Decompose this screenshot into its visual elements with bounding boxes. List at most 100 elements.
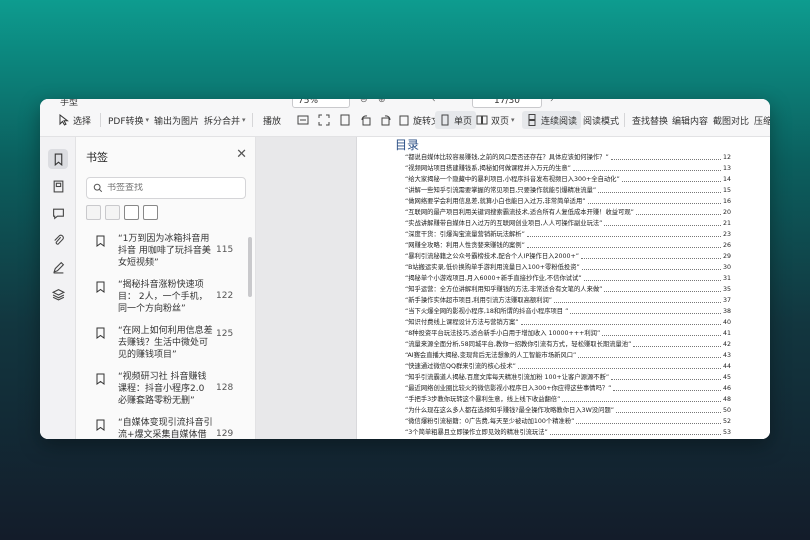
toc-row[interactable]: “3个简单粗暴且立即操作立即见效的精准引流玩法” 53 (405, 428, 731, 438)
toc-row[interactable]: “知识付费线上课程设计方法与营销方案” 40 (405, 318, 731, 328)
bookmark-view-button[interactable] (339, 111, 354, 129)
split-merge-button[interactable]: 拆分合并 ▾ (204, 111, 246, 129)
continuous-reading-button[interactable]: 连续阅读 (522, 111, 582, 129)
toc-row-title: “互联网的最产项目利用关键词搜索霸流技术,适合所有人复低成本开赚！收益可观” (405, 209, 634, 216)
toc-row[interactable]: “微信爆粉引流秘籍：0广告费,每天至少被动加100个精准粉” 52 (405, 417, 731, 427)
toc-row[interactable]: “实战讲解赚带自媒体日入过万的互联网创业项目,人人可操作副业玩法” 21 (405, 219, 731, 229)
comment-icon (52, 208, 64, 220)
edit-content-button[interactable]: 编辑内容 (672, 111, 708, 129)
page-number-input[interactable]: 17/30 (472, 99, 542, 108)
add-sub-bookmark-icon[interactable] (105, 205, 120, 220)
toc-row-page: 46 (722, 385, 731, 392)
rotate-left-button[interactable] (360, 111, 375, 129)
thumbnail-tab[interactable] (48, 176, 68, 196)
single-page-button[interactable]: 单页 (435, 111, 477, 129)
hand-tool-label[interactable]: 手型 (60, 99, 78, 108)
toc-row[interactable]: “知乎运营：全方位讲解利用知乎赚钱的方法,非常适合有文笔的人来做” 35 (405, 285, 731, 295)
close-icon[interactable]: ✕ (236, 147, 247, 162)
pdf-reader-window: 手型 75% ⊖ ⊕ ‹ 17/30 › 选择 PDF转换 ▾ 输出为图片 拆分… (40, 99, 770, 439)
toc-row-title: “手把手3步教你玩转这个暴利生意，线上线下收益翻倍” (405, 396, 561, 403)
toc-leader-dots (520, 318, 721, 325)
next-page-icon[interactable]: › (550, 99, 554, 105)
toc-row-title: “暴利引流秘籍之公众号霸榜技术,配合个人IP操作日入2000+” (405, 253, 580, 260)
reading-mode-button[interactable]: 阅读模式 (583, 111, 619, 129)
toc-row-page: 44 (722, 363, 731, 370)
bookmark-page: 125 (216, 329, 234, 339)
signature-tab[interactable] (48, 257, 68, 277)
toc-row-page: 12 (722, 154, 731, 161)
rotate-doc-icon (398, 114, 410, 126)
add-bookmark-icon[interactable] (86, 205, 101, 220)
toc-row[interactable]: “新手操作实体超市项目,利用引流方法赚取高额利润” 37 (405, 296, 731, 306)
select-label: 选择 (73, 116, 92, 127)
toc-row[interactable]: “当下火爆全网的影视小程序,18和所谓的抖音小程序项目 ” 38 (405, 307, 731, 317)
toc-row-page: 45 (722, 374, 731, 381)
toc-row[interactable]: “讲解一些知乎引流需要掌握的常见项目,只要操作就能引爆精准流量” 15 (405, 186, 731, 196)
attachment-tab[interactable] (48, 230, 68, 250)
toc-leader-dots (581, 263, 721, 270)
play-button[interactable]: 播放 (263, 111, 281, 129)
toc-row[interactable]: “视频网站项目搭建赚钱系,揭秘如何做课程并入万元的生意” 13 (405, 164, 731, 174)
toc-leader-dots (604, 219, 721, 226)
toc-row[interactable]: “B站搬运实录,低价换购单手游利用流量日入100+零粉低投资” 30 (405, 263, 731, 273)
compress-label: 压缩 (754, 116, 770, 127)
zoom-out-icon[interactable]: ⊖ (360, 99, 368, 105)
search-icon (93, 183, 103, 193)
comment-tab[interactable] (48, 203, 68, 223)
toc-row[interactable]: “互联网的最产项目利用关键词搜索霸流技术,适合所有人复低成本开赚！收益可观” 20 (405, 208, 731, 218)
toc-row[interactable]: “手把手3步教你玩转这个暴利生意，线上线下收益翻倍” 48 (405, 395, 731, 405)
toc-row[interactable]: “网赚全攻略：利用人性贪婪来赚钱的案例” 26 (405, 241, 731, 251)
double-page-button[interactable]: 双页 ▾ (476, 111, 515, 129)
toc-row[interactable]: “8种投资平台玩法技巧,适合新手小白用于增加收入 10000+++利润” 41 (405, 329, 731, 339)
toc-leader-dots (526, 230, 721, 237)
toc-row-title: “知乎引流霸道人揭秘,百度文库每天精准引流加粉 100+让客户源源不断” (405, 374, 610, 381)
toc-row[interactable]: “快速通过微信QQ群来引流的核心技术” 44 (405, 362, 731, 372)
fit-width-button[interactable] (297, 111, 312, 129)
toc-leader-dots (613, 384, 721, 391)
reading-mode-label: 阅读模式 (583, 116, 620, 127)
single-page-icon (439, 114, 451, 126)
bookmark-page: 115 (216, 245, 234, 255)
export-image-button[interactable]: 输出为图片 (154, 111, 199, 129)
page-icon (339, 114, 351, 126)
toc-row[interactable]: “深度干货：引爆淘宝流量营销新玩法解析” 23 (405, 230, 731, 240)
toc-row[interactable]: “为什么现在这么多人都在选择知乎赚钱?最全操作攻略教你日入3W没问题” 50 (405, 406, 731, 416)
bookmark-search[interactable] (86, 177, 246, 199)
toc-row[interactable]: “AI赛会直播大揭秘,变现背后无法想象的人工智能市场新风口” 43 (405, 351, 731, 361)
layers-tab[interactable] (48, 284, 68, 304)
prev-page-icon[interactable]: ‹ (432, 99, 436, 105)
screenshot-compare-button[interactable]: 截图对比 (713, 111, 749, 129)
document-page: 目录 “都说自媒体比较容易赚钱,之前的风口是否还存在？具体应该如何操作？” 12 “… (356, 137, 770, 439)
toc-row[interactable]: “揭秘单个小游戏项目,月入6000+新手直接抄作业,不信你试试” 31 (405, 274, 731, 284)
toc-row[interactable]: “都说自媒体比较容易赚钱,之前的风口是否还存在？具体应该如何操作？” 12 (405, 153, 731, 163)
fit-page-button[interactable] (318, 111, 333, 129)
toc-row[interactable]: “暴利引流秘籍之公众号霸榜技术,配合个人IP操作日入2000+” 29 (405, 252, 731, 262)
toc-row[interactable]: “给大家揭秘一个隐藏中的暴利项目,小程序抖音发布视频日入300+全自动化” 14 (405, 175, 731, 185)
bookmark-title: “自媒体变现引流抖音引流+爆文采集自媒体借助工具 ” (118, 418, 213, 439)
toc-row[interactable]: “知乎引流霸道人揭秘,百度文库每天精准引流加粉 100+让客户源源不断” 45 (405, 373, 731, 383)
find-replace-button[interactable]: 查找替换 (632, 111, 668, 129)
bookmark-icon (96, 327, 105, 339)
collapse-bookmark-icon[interactable] (143, 205, 158, 220)
toc-row[interactable]: “最近网络创业圈比较火的微信影视小程序日入300+你应得这些事情吗？” 46 (405, 384, 731, 394)
bookmark-tab[interactable] (48, 149, 68, 169)
bookmark-page: 129 (216, 429, 234, 439)
cursor-icon (58, 114, 70, 126)
toc-row-page: 48 (722, 396, 731, 403)
pdf-convert-button[interactable]: PDF转换 ▾ (108, 111, 149, 129)
rotate-right-button[interactable] (380, 111, 395, 129)
bookmark-search-input[interactable] (107, 183, 227, 193)
zoom-in-icon[interactable]: ⊕ (378, 99, 386, 105)
toc-row-page: 40 (722, 319, 731, 326)
expand-bookmark-icon[interactable] (124, 205, 139, 220)
toc-row[interactable]: “做网络要学会利用信息差,就算小白也能日入过万,非常简单适用” 16 (405, 197, 731, 207)
toc-row-title: “揭秘单个小游戏项目,月入6000+新手直接抄作业,不信你试试” (405, 275, 582, 282)
select-tool-button[interactable]: 选择 (58, 111, 91, 129)
zoom-input[interactable]: 75% (292, 99, 350, 108)
toc-row-page: 21 (722, 220, 731, 227)
toc-row[interactable]: “流量来源全面分析,58同城平台,教你一招教你引流有方式，轻松赚取长期流量池” 4… (405, 340, 731, 350)
toc-leader-dots (621, 175, 721, 182)
compress-button[interactable]: 压缩 (754, 111, 770, 129)
bookmark-scrollbar[interactable] (248, 237, 252, 297)
toc-row-title: “最近网络创业圈比较火的微信影视小程序日入300+你应得这些事情吗？” (405, 385, 612, 392)
